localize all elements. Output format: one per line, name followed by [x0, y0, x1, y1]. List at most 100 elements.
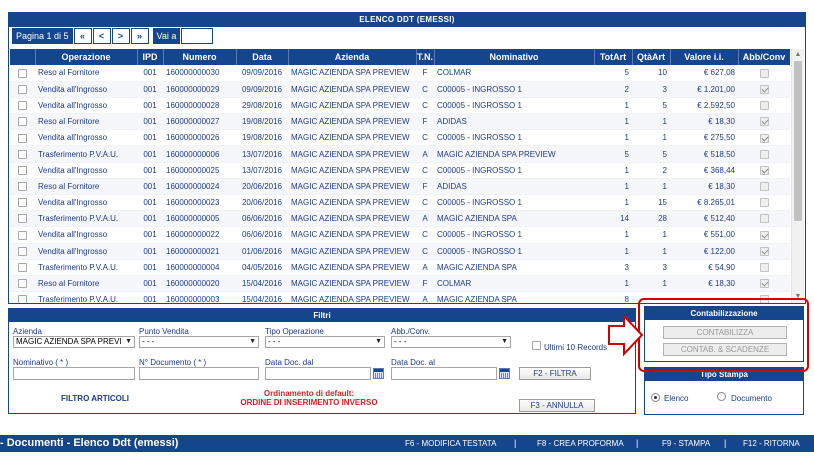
row-select-checkbox[interactable] [18, 214, 27, 224]
numero-cell: 160000000020 [163, 275, 236, 293]
row-select-checkbox[interactable] [18, 149, 27, 159]
table-row[interactable]: Vendita all'Ingrosso 001 160000000025 13/07… [10, 162, 790, 179]
f12-ritorna-button[interactable]: F12 - RITORNA [743, 435, 800, 452]
tipo-operazione-select[interactable]: - - - ▼ [265, 336, 385, 348]
col-header-operazione[interactable]: Operazione [35, 49, 138, 65]
f8-crea-proforma-button[interactable]: F8 - CREA PROFORMA [537, 435, 624, 452]
data-cell: 13/07/2016 [236, 145, 288, 163]
row-select-checkbox[interactable] [18, 68, 27, 78]
abbconv-cell [738, 226, 790, 244]
col-header-totart[interactable]: TotArt [594, 49, 633, 65]
scrollbar-thumb[interactable] [794, 61, 802, 221]
row-select-checkbox[interactable] [18, 133, 27, 143]
abbconv-checkbox [759, 101, 769, 111]
table-row[interactable]: Trasferimento P.V.A.U. 001 160000000004 04/… [10, 259, 790, 276]
numero-cell: 160000000023 [163, 194, 236, 212]
f6-modifica-testata-button[interactable]: F6 - MODIFICA TESTATA [405, 435, 496, 452]
ipd-cell: 001 [137, 97, 163, 115]
data-doc-al-input[interactable] [391, 367, 497, 380]
table-row[interactable]: Reso al Fornitore 001 160000000030 09/09/20… [10, 65, 790, 82]
row-select-checkbox[interactable] [18, 165, 27, 175]
col-header-azienda[interactable]: Azienda [288, 49, 417, 65]
annulla-button[interactable]: F3 - ANNULLA [519, 399, 595, 412]
qtaart-cell: 1 [632, 226, 670, 244]
data-cell: 04/05/2016 [236, 259, 288, 276]
select-cell [10, 243, 35, 260]
next-page-button[interactable]: > [111, 28, 130, 44]
select-cell [10, 178, 35, 196]
abbconv-cell [738, 178, 790, 196]
table-row[interactable]: Vendita all'Ingrosso 001 160000000026 19/08… [10, 129, 790, 147]
filtro-articoli-link[interactable]: FILTRO ARTICOLI [61, 394, 129, 403]
operazione-cell: Vendita all'Ingrosso [35, 226, 137, 244]
chevron-down-icon: ▼ [249, 338, 256, 345]
contab-scadenze-button[interactable]: CONTAB. & SCADENZE [663, 343, 787, 356]
scroll-up-icon[interactable]: ▲ [792, 49, 804, 61]
prev-page-button[interactable]: < [92, 28, 111, 44]
col-header-nominativo[interactable]: Nominativo [434, 49, 595, 65]
elenco-radio[interactable] [651, 393, 660, 402]
table-row[interactable]: Vendita all'Ingrosso 001 160000000028 29/08… [10, 97, 790, 115]
contabilizza-button[interactable]: CONTABILIZZA [663, 326, 787, 339]
numero-cell: 160000000022 [163, 226, 236, 244]
last-page-button[interactable]: » [130, 28, 149, 44]
col-header-valore[interactable]: Valore i.i. [670, 49, 739, 65]
col-header-abbconv[interactable]: Abb/Conv [738, 49, 790, 65]
operazione-cell: Vendita all'Ingrosso [35, 81, 137, 98]
row-select-checkbox[interactable] [18, 246, 27, 256]
tn-cell: A [416, 145, 434, 163]
table-row[interactable]: Vendita all'Ingrosso 001 160000000021 01/06… [10, 243, 790, 260]
row-select-checkbox[interactable] [18, 263, 27, 273]
col-header-ipd[interactable]: IPD [137, 49, 164, 65]
row-select-checkbox[interactable] [18, 84, 27, 94]
col-header-tn[interactable]: T.N. [416, 49, 435, 65]
calendar-icon[interactable] [373, 368, 384, 379]
first-page-button[interactable]: « [73, 28, 92, 44]
table-row[interactable]: Vendita all'Ingrosso 001 160000000023 20/06… [10, 194, 790, 212]
nominativo-cell: COLMAR [434, 65, 594, 82]
operazione-cell: Trasferimento P.V.A.U. [35, 291, 137, 303]
row-select-checkbox[interactable] [18, 230, 27, 240]
table-row[interactable]: Reso al Fornitore 001 160000000020 15/04/20… [10, 275, 790, 293]
abbconv-checkbox [759, 165, 769, 175]
row-select-checkbox[interactable] [18, 101, 27, 111]
tipo-stampa-panel: Tipo Stampa Elenco Documento [644, 367, 804, 415]
table-row[interactable]: Reso al Fornitore 001 160000000024 20/06/20… [10, 178, 790, 196]
filtra-button[interactable]: F2 - FILTRA [519, 367, 591, 380]
table-row[interactable]: Trasferimento P.V.A.U. 001 160000000003 15/… [10, 291, 790, 303]
qtaart-cell [632, 291, 670, 303]
chevron-down-icon: ▼ [125, 338, 132, 345]
table-row[interactable]: Reso al Fornitore 001 160000000027 19/08/20… [10, 113, 790, 131]
abbconv-checkbox [759, 117, 769, 127]
table-row[interactable]: Trasferimento P.V.A.U. 001 160000000006 13/… [10, 145, 790, 163]
row-select-checkbox[interactable] [18, 198, 27, 208]
data-doc-dal-input[interactable] [265, 367, 371, 380]
azienda-select[interactable]: MAGIC AZIENDA SPA PREVI ▼ [13, 336, 135, 348]
row-select-checkbox[interactable] [18, 117, 27, 127]
col-header-numero[interactable]: Numero [163, 49, 237, 65]
table-row[interactable]: Vendita all'Ingrosso 001 160000000029 09/09… [10, 81, 790, 98]
row-select-checkbox[interactable] [18, 295, 27, 303]
goto-page-input[interactable] [181, 28, 214, 44]
abbconv-cell [738, 129, 790, 147]
table-row[interactable]: Vendita all'Ingrosso 001 160000000022 06/06… [10, 226, 790, 244]
row-select-checkbox[interactable] [18, 279, 27, 289]
table-row[interactable]: Trasferimento P.V.A.U. 001 160000000005 06/… [10, 210, 790, 228]
numero-documento-input[interactable] [139, 367, 259, 380]
nominativo-input[interactable] [13, 367, 135, 380]
row-select-checkbox[interactable] [18, 182, 27, 192]
punto-vendita-select[interactable]: - - - ▼ [139, 336, 259, 348]
abb-conv-select[interactable]: - - - ▼ [391, 336, 511, 348]
ddt-panel-title: ELENCO DDT (EMESSI) [9, 13, 805, 27]
calendar-icon[interactable] [499, 368, 510, 379]
col-header-data[interactable]: Data [236, 49, 289, 65]
ultimi-10-records-checkbox[interactable] [532, 341, 541, 350]
qtaart-cell: 1 [632, 275, 670, 293]
col-header-qtaart[interactable]: QtàArt [632, 49, 671, 65]
f9-stampa-button[interactable]: F9 - STAMPA [662, 435, 710, 452]
ipd-cell: 001 [137, 243, 163, 260]
documento-radio-label: Documento [731, 394, 772, 403]
table-scrollbar[interactable]: ▲ ▼ [791, 49, 804, 303]
scroll-down-icon[interactable]: ▼ [792, 291, 804, 303]
documento-radio[interactable] [717, 392, 726, 401]
